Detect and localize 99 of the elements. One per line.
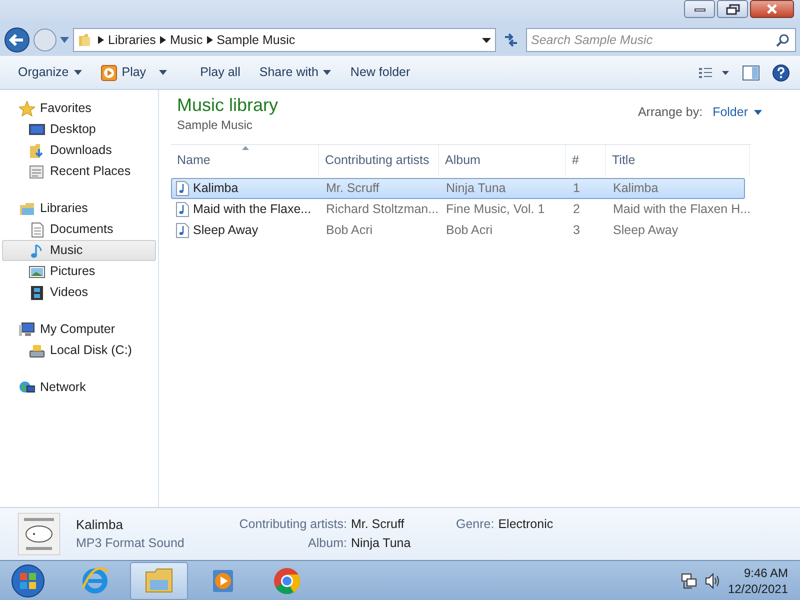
field-label: Genre: (456, 516, 494, 533)
chevron-icon[interactable] (98, 36, 104, 44)
sort-arrow-icon (242, 146, 248, 150)
table-cell-text: Mr. Scruff (325, 180, 380, 198)
address-bar[interactable]: Libraries Music Sample Music (73, 28, 496, 52)
toolbar-button[interactable]: Play (92, 60, 176, 85)
minimize-button[interactable] (684, 0, 715, 18)
caret-icon (754, 110, 762, 115)
caret-icon (323, 70, 332, 75)
browser-icon (80, 566, 110, 596)
search-icon[interactable] (776, 33, 790, 47)
play-icon (100, 64, 117, 80)
field-value: Electronic (498, 516, 554, 533)
breadcrumb-item[interactable]: Music (170, 30, 203, 50)
music-file-icon (176, 181, 189, 196)
pictures-icon (29, 264, 45, 280)
sidebar-item[interactable]: Pictures (2, 261, 156, 282)
caret-icon[interactable] (482, 38, 491, 42)
sidebar-item[interactable]: Favorites (2, 98, 156, 119)
toolbar-button[interactable]: New folder (342, 60, 418, 85)
table-cell-text: Kalimba (193, 180, 238, 198)
sidebar-item[interactable]: Libraries (2, 198, 156, 219)
caret-icon (74, 70, 82, 75)
taskbar-button[interactable] (130, 562, 188, 600)
field-value: Ninja Tuna (350, 535, 412, 552)
history-dropdown-icon[interactable] (60, 37, 69, 43)
back-icon[interactable] (4, 27, 30, 53)
sidebar-item[interactable]: Downloads (2, 140, 156, 161)
document-icon (29, 222, 45, 238)
sidebar-item[interactable]: Videos (2, 282, 156, 303)
table-cell-text: Sleep Away (612, 222, 680, 240)
column-header[interactable]: Contributing artists (319, 145, 439, 176)
column-header[interactable]: Title (606, 145, 750, 176)
table-cell-text: Kalimba (612, 180, 660, 198)
restore-icon (726, 4, 740, 14)
toolbar-button[interactable]: Share with (251, 60, 340, 85)
breadcrumb-item[interactable]: Sample Music (216, 30, 296, 50)
table-cell-text: Fine Music, Vol. 1 (445, 201, 546, 218)
library-subtitle: Sample Music (177, 117, 254, 134)
sidebar-item[interactable]: Documents (2, 219, 156, 240)
field-value: Mr. Scruff (350, 516, 406, 534)
recent-icon (29, 164, 45, 180)
table-cell-text: Maid with the Flaxe... (193, 201, 312, 218)
disk-icon (29, 342, 45, 358)
minimize-icon (694, 6, 706, 12)
table-row[interactable]: Kalimba Mr. Scruff Ninja Tuna 1 Kalimba (171, 178, 745, 199)
toolbar-button[interactable]: Play all (192, 60, 248, 85)
table-cell-text: 2 (572, 201, 581, 218)
file-type: MP3 Format Sound (76, 535, 186, 552)
close-icon (766, 4, 778, 14)
restore-button[interactable] (717, 0, 748, 18)
breadcrumb-item[interactable]: Libraries (108, 30, 156, 50)
search-field[interactable]: Search Sample Music (526, 28, 796, 52)
arrange-dropdown[interactable]: Folder (712, 103, 762, 122)
sidebar-item[interactable]: Local Disk (C:) (2, 340, 156, 361)
sidebar-item[interactable]: Network (2, 377, 156, 398)
close-button[interactable] (750, 0, 794, 18)
music-file-icon (176, 202, 189, 217)
table-cell-text: Bob Acri (445, 222, 494, 240)
network-icon[interactable] (680, 572, 698, 588)
toolbar-button[interactable]: Organize (10, 60, 90, 85)
chevron-icon[interactable] (206, 36, 213, 44)
table-cell-text: Richard Stoltzman... (325, 201, 440, 218)
network-icon (19, 380, 35, 396)
chevron-icon[interactable] (160, 36, 166, 44)
preview-pane-icon[interactable] (742, 64, 760, 80)
column-header[interactable]: Album (439, 145, 566, 176)
table-cell-text: 1 (572, 180, 581, 198)
arrange-label: Arrange by: (638, 104, 703, 121)
caret-icon (159, 70, 168, 75)
explorer-icon (144, 566, 174, 596)
table-cell-text: 3 (572, 222, 581, 240)
computer-icon (19, 322, 35, 338)
library-title: Music library (177, 94, 278, 116)
field-label: Album: (307, 535, 347, 552)
column-header[interactable]: # (566, 145, 606, 176)
library-icon (19, 200, 35, 216)
table-cell-text: Bob Acri (325, 222, 374, 240)
sidebar-item[interactable]: Music (2, 240, 156, 261)
sidebar-item[interactable]: Desktop (2, 119, 156, 140)
volume-icon[interactable] (704, 572, 722, 588)
videos-icon (29, 284, 45, 300)
music-file-icon (176, 223, 189, 238)
clock[interactable]: 9:46 AM 12/20/2021 (728, 564, 792, 596)
table-cell-text: Ninja Tuna (445, 180, 507, 198)
file-name: Kalimba (76, 516, 124, 534)
sidebar-item[interactable]: My Computer (2, 319, 156, 340)
desktop-icon (29, 122, 45, 138)
view-options-icon[interactable] (698, 66, 730, 80)
downloads-icon (29, 142, 45, 158)
table-cell-text: Sleep Away (193, 222, 258, 240)
help-icon[interactable] (772, 64, 790, 82)
sidebar-item[interactable]: Recent Places (2, 161, 156, 182)
star-icon (19, 100, 35, 116)
field-label: Contributing artists: (238, 516, 347, 534)
table-cell-text: Maid with the Flaxen H... (612, 201, 751, 218)
table-row[interactable]: Sleep Away Bob Acri Bob Acri 3 Sleep Away (171, 220, 745, 241)
column-header[interactable]: Name (171, 145, 319, 176)
chrome-icon (272, 566, 302, 596)
